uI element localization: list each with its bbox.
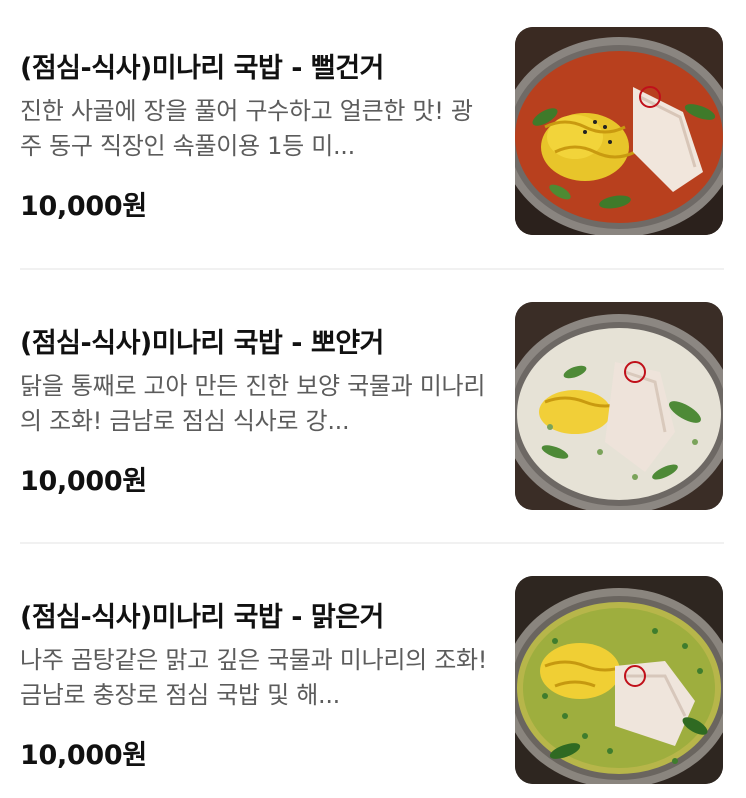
menu-item-price: 10,000원	[20, 740, 147, 771]
clear-gukbap-image	[515, 576, 723, 784]
menu-item-price: 10,000원	[20, 466, 147, 497]
menu-item[interactable]: (점심-식사)미나리 국밥 - 맑은거 나주 곰탕같은 맑고 깊은 국물과 미나…	[0, 573, 746, 798]
menu-item-title: (점심-식사)미나리 국밥 - 뽀얀거	[20, 328, 384, 359]
menu-item-photo[interactable]	[515, 302, 723, 510]
divider	[20, 268, 724, 270]
menu-item-photo[interactable]	[515, 576, 723, 784]
menu-item-title: (점심-식사)미나리 국밥 - 뻘건거	[20, 53, 384, 84]
menu-item-title: (점심-식사)미나리 국밥 - 맑은거	[20, 602, 384, 633]
milky-gukbap-image	[515, 302, 723, 510]
red-spicy-gukbap-image	[515, 27, 723, 235]
menu-item-description: 닭을 통째로 고아 만든 진한 보양 국물과 미나리의 조화! 금남로 점심 식…	[20, 372, 486, 435]
divider	[20, 542, 724, 544]
menu-item[interactable]: (점심-식사)미나리 국밥 - 뽀얀거 닭을 통째로 고아 만든 진한 보양 국…	[0, 299, 746, 539]
menu-item-description: 나주 곰탕같은 맑고 깊은 국물과 미나리의 조화!금남로 충장로 점심 국밥 …	[20, 646, 488, 709]
menu-item-price: 10,000원	[20, 191, 147, 222]
menu-item[interactable]: (점심-식사)미나리 국밥 - 뻘건거 진한 사골에 장을 풀어 구수하고 얼큰…	[0, 24, 746, 264]
menu-item-description: 진한 사골에 장을 풀어 구수하고 얼큰한 맛! 광주 동구 직장인 속풀이용 …	[20, 97, 473, 160]
menu-item-photo[interactable]	[515, 27, 723, 235]
menu-list: (점심-식사)미나리 국밥 - 뻘건거 진한 사골에 장을 풀어 구수하고 얼큰…	[0, 0, 746, 798]
